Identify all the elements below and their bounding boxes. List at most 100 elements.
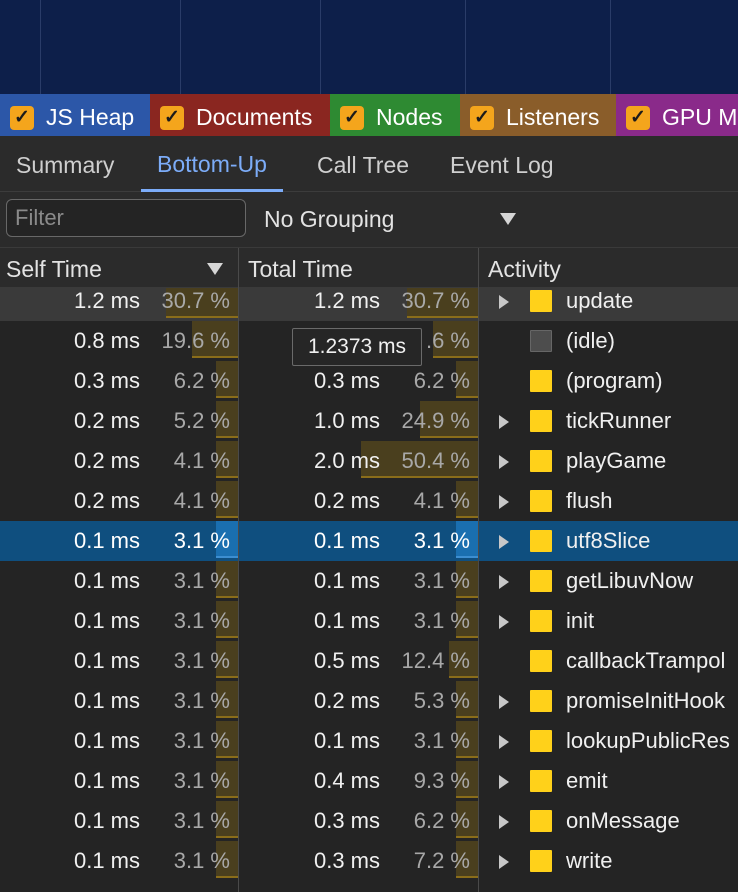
expand-triangle-icon[interactable]	[499, 415, 509, 429]
counter-js-heap[interactable]: ✓ JS Heap	[0, 94, 150, 136]
counter-label: Listeners	[506, 104, 600, 130]
activity-name: lookupPublicRes	[566, 728, 730, 753]
category-color-swatch	[530, 330, 552, 352]
activity-name: init	[566, 608, 595, 633]
category-color-swatch	[530, 730, 552, 752]
expand-triangle-icon[interactable]	[499, 695, 509, 709]
checkbox-checked-icon[interactable]: ✓	[160, 106, 184, 130]
total-time-value: 0.1 ms	[313, 608, 380, 633]
expand-triangle-icon[interactable]	[499, 535, 509, 549]
category-color-swatch	[530, 770, 552, 792]
timeline-overview[interactable]	[0, 0, 738, 94]
tab-bottom-up[interactable]: Bottom-Up	[141, 136, 283, 192]
activity-name: onMessage	[566, 808, 680, 833]
expand-triangle-icon[interactable]	[499, 295, 509, 309]
total-time-value: 0.3 ms	[313, 848, 380, 873]
self-time-cell: 0.1 ms 3.1 %	[0, 721, 238, 761]
self-time-cell: 0.1 ms 3.1 %	[0, 641, 238, 681]
table-row[interactable]: 0.1 ms 3.1 % 0.3 ms 7.2 % write	[0, 841, 738, 881]
table-row[interactable]: 0.1 ms 3.1 % 0.2 ms 5.3 % promiseInitHook	[0, 681, 738, 721]
column-divider[interactable]	[478, 248, 479, 892]
counter-nodes[interactable]: ✓ Nodes	[330, 94, 460, 136]
table-row[interactable]: 0.1 ms 3.1 % 0.1 ms 3.1 % init	[0, 601, 738, 641]
column-header-activity[interactable]: Activity	[482, 248, 738, 288]
activity-name: (idle)	[566, 328, 615, 353]
expand-triangle-icon[interactable]	[499, 815, 509, 829]
overview-gridline	[610, 0, 611, 94]
total-time-cell: 1.0 ms 24.9 %	[240, 401, 478, 441]
self-time-value: 1.2 ms	[73, 288, 140, 313]
table-row[interactable]: 0.2 ms 4.1 % 0.2 ms 4.1 % flush	[0, 481, 738, 521]
total-time-percent: 3.1 %	[413, 528, 470, 553]
checkbox-checked-icon[interactable]: ✓	[340, 106, 364, 130]
column-header-total-time[interactable]: Total Time	[242, 248, 478, 288]
expand-triangle-icon[interactable]	[499, 575, 509, 589]
table-row[interactable]: 0.1 ms 3.1 % 0.5 ms 12.4 % callbackTrampol	[0, 641, 738, 681]
self-time-percent: 3.1 %	[173, 568, 230, 593]
total-time-percent: 6.2 %	[413, 368, 470, 393]
self-time-value: 0.1 ms	[73, 528, 140, 553]
checkbox-checked-icon[interactable]: ✓	[470, 106, 494, 130]
self-time-value: 0.1 ms	[73, 848, 140, 873]
overview-gridline	[180, 0, 181, 94]
details-tabs: Summary Bottom-Up Call Tree Event Log	[0, 136, 738, 192]
category-color-swatch	[530, 810, 552, 832]
self-time-cell: 0.1 ms 3.1 %	[0, 561, 238, 601]
total-time-cell: 0.2 ms 5.3 %	[240, 681, 478, 721]
table-row[interactable]: 0.3 ms 6.2 % 0.3 ms 6.2 % (program)	[0, 361, 738, 401]
total-time-value: 2.0 ms	[313, 448, 380, 473]
table-row[interactable]: 0.2 ms 5.2 % 1.0 ms 24.9 % tickRunner	[0, 401, 738, 441]
expand-triangle-icon[interactable]	[499, 735, 509, 749]
self-time-percent: 4.1 %	[173, 488, 230, 513]
table-row[interactable]: 0.1 ms 3.1 % 0.1 ms 3.1 % utf8Slice	[0, 521, 738, 561]
expand-triangle-icon[interactable]	[499, 495, 509, 509]
expand-triangle-icon[interactable]	[499, 775, 509, 789]
table-row[interactable]: 0.1 ms 3.1 % 0.1 ms 3.1 % getLibuvNow	[0, 561, 738, 601]
total-time-value: 0.1 ms	[313, 528, 380, 553]
total-time-cell: 0.5 ms 12.4 %	[240, 641, 478, 681]
total-time-percent: 9.3 %	[413, 768, 470, 793]
total-time-value: 0.2 ms	[313, 488, 380, 513]
self-time-value: 0.1 ms	[73, 808, 140, 833]
self-time-value: 0.1 ms	[73, 728, 140, 753]
self-time-percent: 3.1 %	[173, 528, 230, 553]
table-row[interactable]: 0.1 ms 3.1 % 0.1 ms 3.1 % lookupPublicRes	[0, 721, 738, 761]
counter-listeners[interactable]: ✓ Listeners	[460, 94, 616, 136]
filter-input[interactable]	[6, 199, 246, 237]
table-row[interactable]: 0.1 ms 3.1 % 0.4 ms 9.3 % emit	[0, 761, 738, 801]
total-time-value: 0.3 ms	[313, 808, 380, 833]
self-time-percent: 3.1 %	[173, 808, 230, 833]
overview-gridline	[40, 0, 41, 94]
expand-triangle-icon[interactable]	[499, 615, 509, 629]
total-time-value: 0.2 ms	[313, 688, 380, 713]
activity-name: write	[566, 848, 613, 873]
column-divider[interactable]	[238, 248, 239, 892]
activity-name: playGame	[566, 448, 667, 473]
table-row[interactable]: 0.1 ms 3.1 % 0.3 ms 6.2 % onMessage	[0, 801, 738, 841]
tab-event-log[interactable]: Event Log	[434, 136, 570, 192]
filter-toolbar: No Grouping	[0, 192, 738, 248]
total-time-cell: 0.1 ms 3.1 %	[240, 561, 478, 601]
category-color-swatch	[530, 850, 552, 872]
counter-label: Nodes	[376, 104, 443, 130]
self-time-value: 0.1 ms	[73, 688, 140, 713]
self-time-cell: 0.1 ms 3.1 %	[0, 521, 238, 561]
checkbox-checked-icon[interactable]: ✓	[626, 106, 650, 130]
table-row[interactable]: 1.2 ms 30.7 % 1.2 ms 30.7 % update	[0, 288, 738, 321]
total-time-percent: 4.1 %	[413, 488, 470, 513]
grouping-select[interactable]: No Grouping	[264, 199, 524, 239]
total-time-cell: 2.0 ms 50.4 %	[240, 441, 478, 481]
self-time-value: 0.3 ms	[73, 368, 140, 393]
checkbox-checked-icon[interactable]: ✓	[10, 106, 34, 130]
counter-documents[interactable]: ✓ Documents	[150, 94, 330, 136]
total-time-cell: 0.1 ms 3.1 %	[240, 721, 478, 761]
expand-triangle-icon[interactable]	[499, 855, 509, 869]
column-header-self-time[interactable]: Self Time	[0, 248, 238, 288]
tab-call-tree[interactable]: Call Tree	[301, 136, 425, 192]
total-time-percent: 3.1 %	[413, 568, 470, 593]
tab-summary[interactable]: Summary	[0, 136, 130, 192]
counter-gpu-m[interactable]: ✓ GPU M	[616, 94, 738, 136]
table-row[interactable]: 0.2 ms 4.1 % 2.0 ms 50.4 % playGame	[0, 441, 738, 481]
self-time-cell: 0.1 ms 3.1 %	[0, 841, 238, 881]
expand-triangle-icon[interactable]	[499, 455, 509, 469]
